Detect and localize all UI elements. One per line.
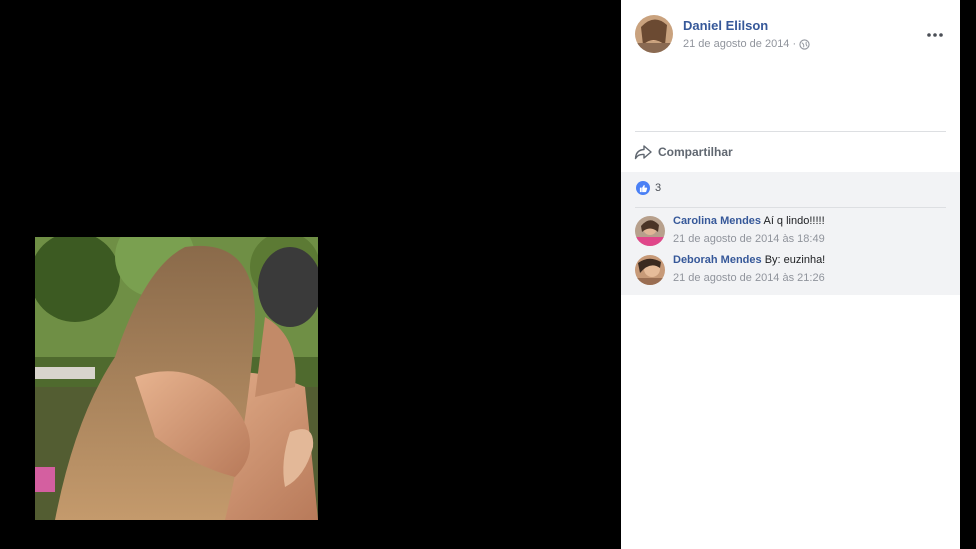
post-panel: Daniel Elilson 21 de agosto de 2014 · Co…	[621, 0, 960, 549]
reactions-row[interactable]: 3	[636, 181, 661, 195]
post-meta: 21 de agosto de 2014 ·	[683, 38, 810, 50]
photo-viewer	[0, 0, 621, 549]
comment-item: Deborah Mendes By: euzinha! 21 de agosto…	[635, 254, 945, 290]
comment-text: By: euzinha!	[764, 254, 826, 266]
commenter-avatar[interactable]	[635, 216, 665, 246]
post-photo[interactable]	[35, 237, 318, 520]
divider	[635, 207, 946, 208]
commenter-avatar[interactable]	[635, 255, 665, 285]
comment-text-line: Deborah Mendes By: euzinha!	[673, 254, 825, 266]
author-name[interactable]: Daniel Elilson	[683, 18, 768, 33]
like-icon	[636, 181, 650, 195]
likes-count: 3	[655, 182, 662, 194]
comment-text: Aí q lindo!!!!!	[763, 215, 825, 227]
comments-section: 3 Carolina Mendes Aí q lindo!!!!! 21 de …	[621, 172, 960, 295]
share-button[interactable]: Compartilhar	[634, 142, 733, 162]
meta-separator: ·	[792, 38, 797, 50]
globe-icon	[799, 38, 810, 50]
comment-text-line: Carolina Mendes Aí q lindo!!!!!	[673, 215, 825, 227]
commenter-name[interactable]: Deborah Mendes	[673, 254, 762, 266]
comment-time[interactable]: 21 de agosto de 2014 às 21:26	[673, 272, 825, 284]
post-date[interactable]: 21 de agosto de 2014	[683, 38, 789, 50]
comment-item: Carolina Mendes Aí q lindo!!!!! 21 de ag…	[635, 215, 945, 251]
divider	[635, 131, 946, 132]
frame-edge	[960, 0, 976, 549]
share-icon	[634, 145, 652, 160]
photo-image	[35, 237, 318, 520]
commenter-name[interactable]: Carolina Mendes	[673, 215, 761, 227]
author-avatar[interactable]	[635, 15, 673, 53]
more-options-icon[interactable]	[925, 24, 945, 44]
comment-time[interactable]: 21 de agosto de 2014 às 18:49	[673, 233, 825, 245]
share-label: Compartilhar	[658, 145, 733, 159]
